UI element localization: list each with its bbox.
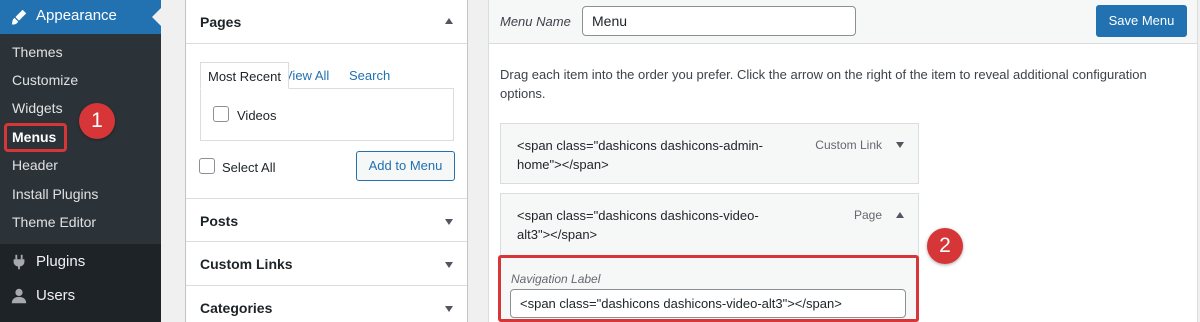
drag-instructions: Drag each item into the order you prefer…: [500, 67, 1147, 101]
sidebar-item-plugins[interactable]: Plugins: [0, 245, 161, 279]
expand-arrow-icon[interactable]: [896, 142, 904, 148]
menu-name-label: Menu Name: [500, 14, 571, 29]
collapse-arrow-icon: [445, 18, 453, 24]
submenu-item-install-plugins[interactable]: Install Plugins: [12, 186, 98, 202]
accordion-title: Posts: [200, 213, 239, 229]
select-all-checkbox[interactable]: [199, 158, 215, 174]
accordion-posts-header[interactable]: Posts: [186, 198, 467, 242]
expand-arrow-icon: [445, 262, 453, 268]
sidebar-item-users[interactable]: Users: [0, 279, 161, 313]
annotation-step-1-badge: 1: [79, 103, 115, 139]
accordion-pages-header[interactable]: Pages: [186, 0, 467, 44]
select-all-label: Select All: [222, 160, 276, 175]
paintbrush-icon: [11, 9, 27, 25]
current-menu-arrow: [152, 8, 161, 26]
plug-icon: [13, 254, 25, 270]
annotation-highlight-menus: [4, 123, 67, 152]
accordion-title: Categories: [200, 300, 273, 316]
sidebar-item-label: Users: [36, 287, 76, 304]
admin-sidebar: Appearance Themes Customize Widgets Menu…: [0, 0, 161, 322]
menu-item-type: Page: [853, 208, 882, 222]
menu-item-home[interactable]: <span class="dashicons dashicons-admin-h…: [500, 123, 919, 184]
sidebar-item-appearance[interactable]: Appearance: [0, 0, 161, 34]
accordion-categories-header[interactable]: Categories: [186, 286, 467, 322]
submenu-item-customize[interactable]: Customize: [12, 72, 78, 88]
sidebar-item-label: Plugins: [36, 253, 86, 270]
menu-item-title: <span class="dashicons dashicons-admin-h…: [517, 138, 763, 172]
page-checkbox-videos[interactable]: [213, 106, 229, 122]
expand-arrow-icon: [445, 306, 453, 312]
annotation-highlight-navigation-label: [498, 255, 919, 322]
submenu-item-header[interactable]: Header: [12, 157, 58, 173]
accordion-custom-links-header[interactable]: Custom Links: [186, 242, 467, 286]
menu-item-title: <span class="dashicons dashicons-video-a…: [517, 208, 759, 242]
add-to-menu-button[interactable]: Add to Menu: [356, 151, 455, 181]
accordion-title: Custom Links: [200, 256, 293, 272]
submenu-item-themes[interactable]: Themes: [12, 44, 63, 60]
submenu-item-theme-editor[interactable]: Theme Editor: [12, 214, 96, 230]
submenu-item-widgets[interactable]: Widgets: [12, 100, 63, 116]
add-menu-items-panel: Pages Most Recent View All Search Videos…: [185, 0, 468, 322]
accordion-title: Pages: [200, 14, 242, 30]
collapse-arrow-icon[interactable]: [896, 212, 904, 218]
menu-header: Menu Name Menu Save Menu: [489, 0, 1197, 44]
tab-search[interactable]: Search: [342, 62, 397, 89]
menu-name-input[interactable]: Menu: [582, 6, 856, 36]
annotation-step-2-badge: 2: [927, 228, 963, 264]
expand-arrow-icon: [445, 219, 453, 225]
sidebar-item-label: Appearance: [36, 7, 117, 24]
page-label-videos: Videos: [237, 108, 277, 123]
most-recent-panel: Videos: [200, 88, 454, 141]
tab-most-recent[interactable]: Most Recent: [200, 62, 289, 89]
user-icon: [11, 288, 27, 304]
menu-item-type: Custom Link: [815, 138, 882, 152]
save-menu-button[interactable]: Save Menu: [1096, 5, 1187, 37]
